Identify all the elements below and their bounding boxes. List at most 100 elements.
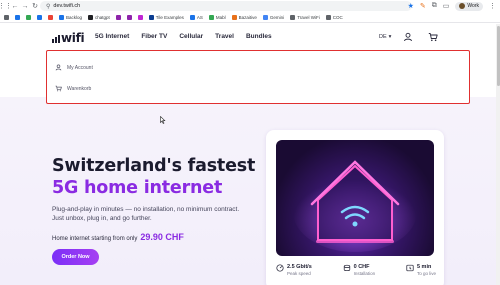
bookmark-item[interactable] bbox=[26, 14, 31, 20]
bookmark-favicon-icon bbox=[208, 14, 214, 20]
bookmark-item[interactable]: Mabl bbox=[208, 14, 226, 20]
price-value: 29.90 CHF bbox=[140, 232, 184, 242]
dropdown-item-label: Warenkorb bbox=[67, 85, 92, 92]
bookmark-favicon-icon bbox=[325, 14, 331, 20]
bookmark-item[interactable] bbox=[37, 14, 42, 20]
stat-label: To go live bbox=[416, 271, 436, 276]
url-text: dev.twifi.ch bbox=[53, 3, 81, 9]
bookmark-item[interactable] bbox=[126, 14, 132, 20]
browser-toolbar: ⋮⋮ ← → ↻ ⚲ dev.twifi.ch ★ ✎ ⧉ ▭ Work ⋮ bbox=[0, 0, 500, 12]
scrollbar-thumb[interactable] bbox=[496, 26, 500, 86]
stat-go-live: 5 min To go live bbox=[406, 264, 436, 276]
nav-bundles[interactable]: Bundles bbox=[246, 33, 272, 40]
reload-icon[interactable]: ↻ bbox=[30, 0, 40, 12]
nav-fiber-tv[interactable]: Fiber TV bbox=[141, 33, 167, 40]
user-icon bbox=[55, 64, 62, 71]
page-scrollbar[interactable] bbox=[496, 24, 500, 285]
bookmark-favicon-icon bbox=[126, 14, 132, 20]
bookmark-label: Bazaitive bbox=[238, 14, 257, 20]
account-icon[interactable] bbox=[403, 32, 413, 42]
bookmark-favicon-icon bbox=[48, 14, 53, 20]
bookmark-label: chatgpt bbox=[95, 14, 110, 20]
bookmark-favicon-icon bbox=[15, 14, 20, 20]
bookmark-favicon-icon bbox=[231, 14, 237, 20]
product-card: 2.5 Gbit/s Peak speed 0 CHF Installation… bbox=[266, 130, 444, 285]
hero-title-line1: Switzerland's fastest bbox=[52, 156, 256, 176]
bookmarks-bar: Backlog chatgpt Tile Examples AS Mabl Bazaiti… bbox=[0, 12, 500, 23]
bookmark-favicon-icon bbox=[88, 14, 94, 20]
address-bar[interactable]: ⚲ dev.twifi.ch bbox=[40, 1, 412, 11]
nav-cellular[interactable]: Cellular bbox=[179, 33, 203, 40]
bookmark-item[interactable]: AS bbox=[189, 14, 203, 20]
stat-label: Peak speed bbox=[287, 271, 311, 276]
stat-installation: 0 CHF Installation bbox=[343, 264, 376, 276]
stat-value: 5 min bbox=[416, 264, 432, 270]
nav-travel[interactable]: Travel bbox=[215, 33, 234, 40]
menu-icon[interactable]: ⋮ bbox=[489, 2, 496, 10]
dropdown-item-warenkorb[interactable]: Warenkorb bbox=[55, 85, 91, 92]
extension-pen-icon[interactable]: ✎ bbox=[420, 2, 426, 10]
bookmark-favicon-icon bbox=[115, 14, 121, 20]
hero-title: Switzerland's fastest 5G home internet bbox=[52, 155, 255, 199]
bookmark-label: AS bbox=[196, 14, 203, 20]
profile-button[interactable]: Work bbox=[455, 1, 483, 11]
stat-value: 0 CHF bbox=[353, 264, 370, 270]
bookmark-favicon-icon bbox=[4, 14, 9, 20]
bookmark-item[interactable] bbox=[115, 14, 121, 20]
bookmark-label: Travel WiFi bbox=[297, 14, 320, 20]
site-info-icon[interactable]: ⚲ bbox=[46, 3, 50, 10]
order-now-button[interactable]: Order Now bbox=[52, 249, 99, 265]
cart-icon bbox=[55, 85, 62, 92]
stats-row: 2.5 Gbit/s Peak speed 0 CHF Installation… bbox=[276, 264, 436, 276]
bookmark-favicon-icon bbox=[290, 14, 296, 20]
bookmark-item[interactable]: Gemini bbox=[262, 14, 285, 20]
bookmark-item[interactable] bbox=[137, 14, 143, 20]
extensions-icon[interactable]: ⧉ bbox=[432, 2, 437, 10]
avatar bbox=[459, 3, 466, 9]
logo-signal-icon bbox=[52, 35, 60, 43]
bookmark-favicon-icon bbox=[26, 14, 31, 20]
stat-value: 2.5 Gbit/s bbox=[287, 264, 312, 270]
forward-icon[interactable]: → bbox=[20, 0, 30, 12]
language-selector[interactable]: DE ▾ bbox=[379, 34, 391, 40]
bookmark-favicon-icon bbox=[137, 14, 143, 20]
bookmark-item[interactable] bbox=[15, 14, 20, 20]
dropdown-item-my-account[interactable]: My Account bbox=[55, 64, 93, 71]
price-line: Home internet starting from only 29.90 C… bbox=[52, 232, 184, 242]
bookmark-item[interactable] bbox=[4, 14, 9, 20]
bookmark-favicon-icon bbox=[59, 14, 64, 20]
cart-icon[interactable] bbox=[428, 32, 438, 42]
price-prefix: Home internet starting from only bbox=[52, 236, 138, 242]
back-icon[interactable]: ← bbox=[10, 0, 20, 12]
bookmark-item[interactable]: Tile Examples bbox=[148, 14, 184, 20]
nav-5g-internet[interactable]: 5G Internet bbox=[95, 33, 129, 40]
bookmark-label: Gemini bbox=[269, 14, 285, 20]
site-header: wifi 5G Internet Fiber TV Cellular Trave… bbox=[0, 24, 500, 50]
speed-icon bbox=[276, 264, 284, 272]
bookmark-item[interactable]: Travel WiFi bbox=[290, 14, 320, 20]
bookmark-item[interactable]: Backlog bbox=[59, 14, 83, 20]
bookmark-item[interactable]: Bazaitive bbox=[231, 14, 257, 20]
timer-icon bbox=[406, 264, 414, 272]
language-label: DE bbox=[379, 34, 387, 40]
bookmark-label: COC bbox=[332, 14, 343, 20]
bookmark-star-icon[interactable]: ★ bbox=[408, 2, 414, 10]
bookmark-favicon-icon bbox=[189, 14, 195, 20]
house-wifi-illustration bbox=[276, 140, 434, 256]
coin-icon bbox=[343, 264, 350, 272]
bookmark-label: Tile Examples bbox=[155, 14, 184, 20]
sidebar-icon[interactable]: ▭ bbox=[443, 2, 450, 10]
bookmark-item[interactable]: chatgpt bbox=[88, 14, 110, 20]
apps-icon[interactable]: ⋮⋮ bbox=[0, 0, 12, 12]
stat-label: Installation bbox=[353, 271, 376, 276]
bookmark-item[interactable] bbox=[48, 14, 53, 20]
main-nav: 5G Internet Fiber TV Cellular Travel Bun… bbox=[95, 33, 272, 40]
profile-label: Work bbox=[467, 3, 479, 9]
logo[interactable]: wifi bbox=[52, 32, 85, 44]
hero-title-line2: 5G home internet bbox=[52, 178, 223, 198]
bookmark-label: Backlog bbox=[66, 14, 83, 20]
bookmark-favicon-icon bbox=[37, 14, 42, 20]
bookmark-label: Mabl bbox=[215, 14, 226, 20]
chevron-down-icon: ▾ bbox=[388, 34, 392, 40]
bookmark-item[interactable]: COC bbox=[325, 14, 343, 20]
